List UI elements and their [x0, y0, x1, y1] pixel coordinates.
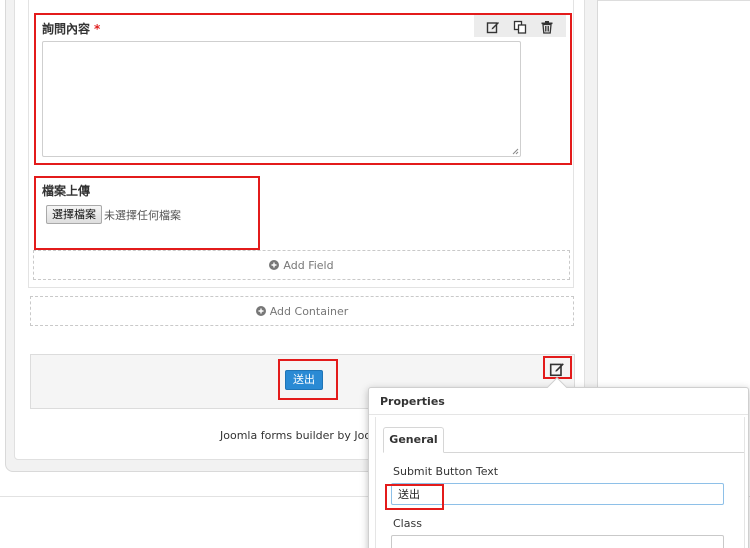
plus-circle-icon: [255, 306, 266, 316]
divider: [598, 0, 750, 1]
page: 詢問內容 * 檔案上傳 選擇檔案 未選擇任何檔案 Add Field Add Co…: [0, 0, 750, 548]
add-container-button[interactable]: Add Container: [30, 296, 574, 326]
highlight-box: [34, 13, 572, 165]
add-field-label: Add Field: [283, 258, 334, 272]
highlight-box: [385, 484, 444, 510]
highlight-box: [543, 356, 572, 379]
tab-general[interactable]: General: [383, 427, 444, 453]
add-container-label: Add Container: [269, 304, 349, 318]
add-field-button[interactable]: Add Field: [33, 250, 570, 280]
highlight-box: [34, 176, 260, 250]
class-label: Class: [393, 517, 422, 530]
plus-circle-icon: [269, 260, 280, 270]
highlight-box: [278, 359, 338, 400]
submit-text-label: Submit Button Text: [393, 465, 499, 478]
class-input[interactable]: [391, 535, 724, 548]
divider: [369, 414, 748, 415]
properties-title: Properties: [380, 395, 445, 408]
